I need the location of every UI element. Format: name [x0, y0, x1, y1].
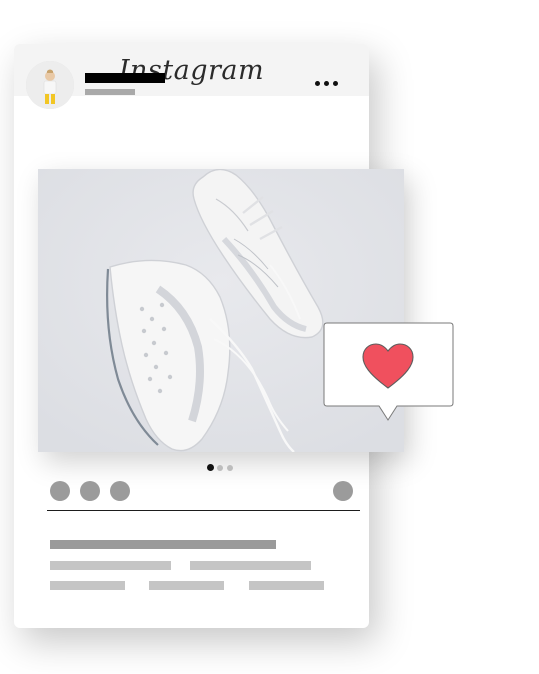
comment-placeholder: [50, 561, 171, 570]
comment-placeholder: [190, 561, 311, 570]
like-button[interactable]: [50, 481, 70, 501]
comment-placeholder: [149, 581, 224, 590]
save-button[interactable]: [333, 481, 353, 501]
username-placeholder[interactable]: [85, 73, 165, 83]
comment-button[interactable]: [80, 481, 100, 501]
pager-dot[interactable]: [217, 465, 223, 471]
more-horizontal-icon: [315, 81, 320, 86]
location-placeholder: [85, 89, 135, 95]
caption-placeholder: [50, 540, 276, 549]
pager-dot[interactable]: [227, 465, 233, 471]
share-button[interactable]: [110, 481, 130, 501]
like-notification: [323, 322, 454, 424]
pager-dot-active[interactable]: [207, 464, 214, 471]
avatar[interactable]: [26, 61, 74, 109]
more-options-button[interactable]: [313, 78, 341, 88]
carousel-indicator: [207, 464, 237, 472]
comment-placeholder: [50, 581, 125, 590]
comment-placeholder: [249, 581, 324, 590]
divider: [47, 510, 360, 511]
avatar-person-illustration: [26, 61, 74, 109]
